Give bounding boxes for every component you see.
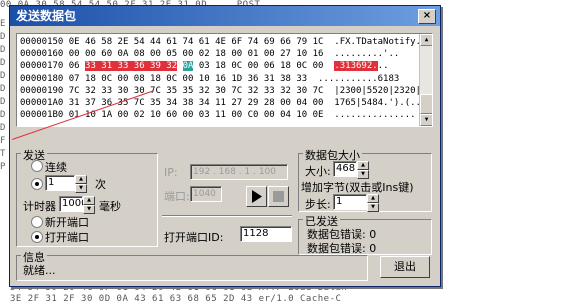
step-spinner[interactable]: ▲ ▼ xyxy=(367,194,379,212)
hex-vertical-scrollbar[interactable]: ▲ ▼ xyxy=(419,34,432,126)
scroll-thumb[interactable] xyxy=(420,94,432,114)
new-port-label: 新开端口 xyxy=(45,216,89,229)
spin-up-icon[interactable]: ▲ xyxy=(367,194,379,203)
step-input[interactable]: 1 xyxy=(333,194,367,210)
size-label: 大小: xyxy=(305,165,331,178)
spin-down-icon[interactable]: ▼ xyxy=(367,203,379,212)
hex-line: 00000160 00 00 60 0A 08 00 05 00 02 18 0… xyxy=(20,49,400,59)
timer-spinner[interactable]: ▲ ▼ xyxy=(83,196,95,214)
hex-highlight-red: 33 31 33 36 39 32 xyxy=(85,61,178,71)
send-packet-dialog: 发送数据包 × 00000150 0E 46 58 2E 54 44 61 74… xyxy=(9,5,441,287)
spin-up-icon[interactable]: ▲ xyxy=(357,161,369,170)
size-input[interactable]: 468 xyxy=(333,161,357,177)
hex-text: .. xyxy=(377,61,389,71)
timer-unit: 毫秒 xyxy=(99,200,121,213)
send-group: 发送 连续 1 ▲ ▼ 次 计时器 1000 ▲ ▼ 毫秒 新开端口 打开端口 xyxy=(16,147,158,247)
open-port-id-label: 打开端口ID: xyxy=(164,231,224,244)
hex-line: 000001A0 31 37 36 35 7C 35 34 38 34 11 2… xyxy=(20,98,421,108)
continuous-label: 连续 xyxy=(45,161,67,174)
hex-line: 00000150 0E 46 58 2E 54 44 61 74 61 4E 6… xyxy=(20,37,421,47)
open-port-label: 打开端口 xyxy=(45,231,89,244)
new-port-radio[interactable] xyxy=(31,216,43,228)
hex-highlight-teal: 0A xyxy=(182,61,194,71)
stop-button[interactable] xyxy=(268,186,289,207)
step-label: 步长: xyxy=(305,198,331,211)
background-hex-bottom-2: 3E 2F 31 2F 30 0D 0A 43 61 63 68 65 2D 4… xyxy=(10,294,342,304)
close-button[interactable]: × xyxy=(418,9,436,24)
sent-errors-line-2: 数据包错误: 0 xyxy=(307,242,377,255)
hex-line-selected: 00000170 06 33 31 33 36 39 32 0A 03 18 0… xyxy=(20,61,389,72)
count-radio[interactable] xyxy=(31,178,43,190)
ip-label: IP: xyxy=(164,166,178,179)
dialog-title: 发送数据包 xyxy=(16,9,77,23)
play-icon xyxy=(252,190,262,203)
continuous-radio[interactable] xyxy=(31,160,43,172)
port-label: 端口: xyxy=(164,190,190,203)
scroll-up-arrow-icon[interactable]: ▲ xyxy=(420,34,432,46)
spin-up-icon[interactable]: ▲ xyxy=(83,196,95,205)
port-input[interactable]: 1040 xyxy=(190,186,222,202)
count-spinner[interactable]: ▲ ▼ xyxy=(75,175,87,193)
timer-input[interactable]: 1000 xyxy=(59,196,87,212)
target-separator xyxy=(162,215,292,217)
count-input[interactable]: 1 xyxy=(45,175,75,191)
hex-view[interactable]: 00000150 0E 46 58 2E 54 44 61 74 61 4E 6… xyxy=(16,33,433,127)
spin-down-icon[interactable]: ▼ xyxy=(75,184,87,193)
exit-button[interactable]: 退出 xyxy=(380,256,430,278)
scroll-down-arrow-icon[interactable]: ▼ xyxy=(420,114,432,126)
hex-line: 00000190 7C 32 33 30 30 7C 35 35 32 30 7… xyxy=(20,86,421,96)
hex-text: 03 18 0C 00 06 18 0C 00 xyxy=(193,61,335,71)
stop-icon xyxy=(273,191,284,202)
ascii-highlight-red: .313692. xyxy=(334,61,378,71)
play-button[interactable] xyxy=(246,186,267,207)
open-port-id-input[interactable]: 1128 xyxy=(240,226,292,242)
hex-text: 00000170 06 xyxy=(20,61,86,71)
info-group: 信息 就绪... xyxy=(16,249,368,281)
status-text: 就绪... xyxy=(23,264,56,277)
spin-down-icon[interactable]: ▼ xyxy=(83,205,95,214)
increase-title: 增加字节(双击或Ins键) xyxy=(301,181,414,194)
timer-label: 计时器 xyxy=(23,200,56,213)
count-unit: 次 xyxy=(95,178,106,191)
size-spinner[interactable]: ▲ ▼ xyxy=(357,161,369,179)
sent-group: 已发送 数据包错误: 0 数据包错误: 0 xyxy=(298,213,432,255)
dialog-titlebar[interactable]: 发送数据包 × xyxy=(10,6,440,26)
spin-down-icon[interactable]: ▼ xyxy=(357,170,369,179)
spin-up-icon[interactable]: ▲ xyxy=(75,175,87,184)
hex-text xyxy=(177,61,182,71)
open-port-radio[interactable] xyxy=(31,231,43,243)
size-group: 数据包大小 大小: 468 ▲ ▼ 增加字节(双击或Ins键) 步长: 1 ▲ ▼ xyxy=(298,147,432,212)
ip-input[interactable]: 192 . 168 . 1 . 100 xyxy=(190,164,288,180)
hex-line: 00000180 07 18 0C 00 08 18 0C 00 10 16 1… xyxy=(20,74,400,84)
